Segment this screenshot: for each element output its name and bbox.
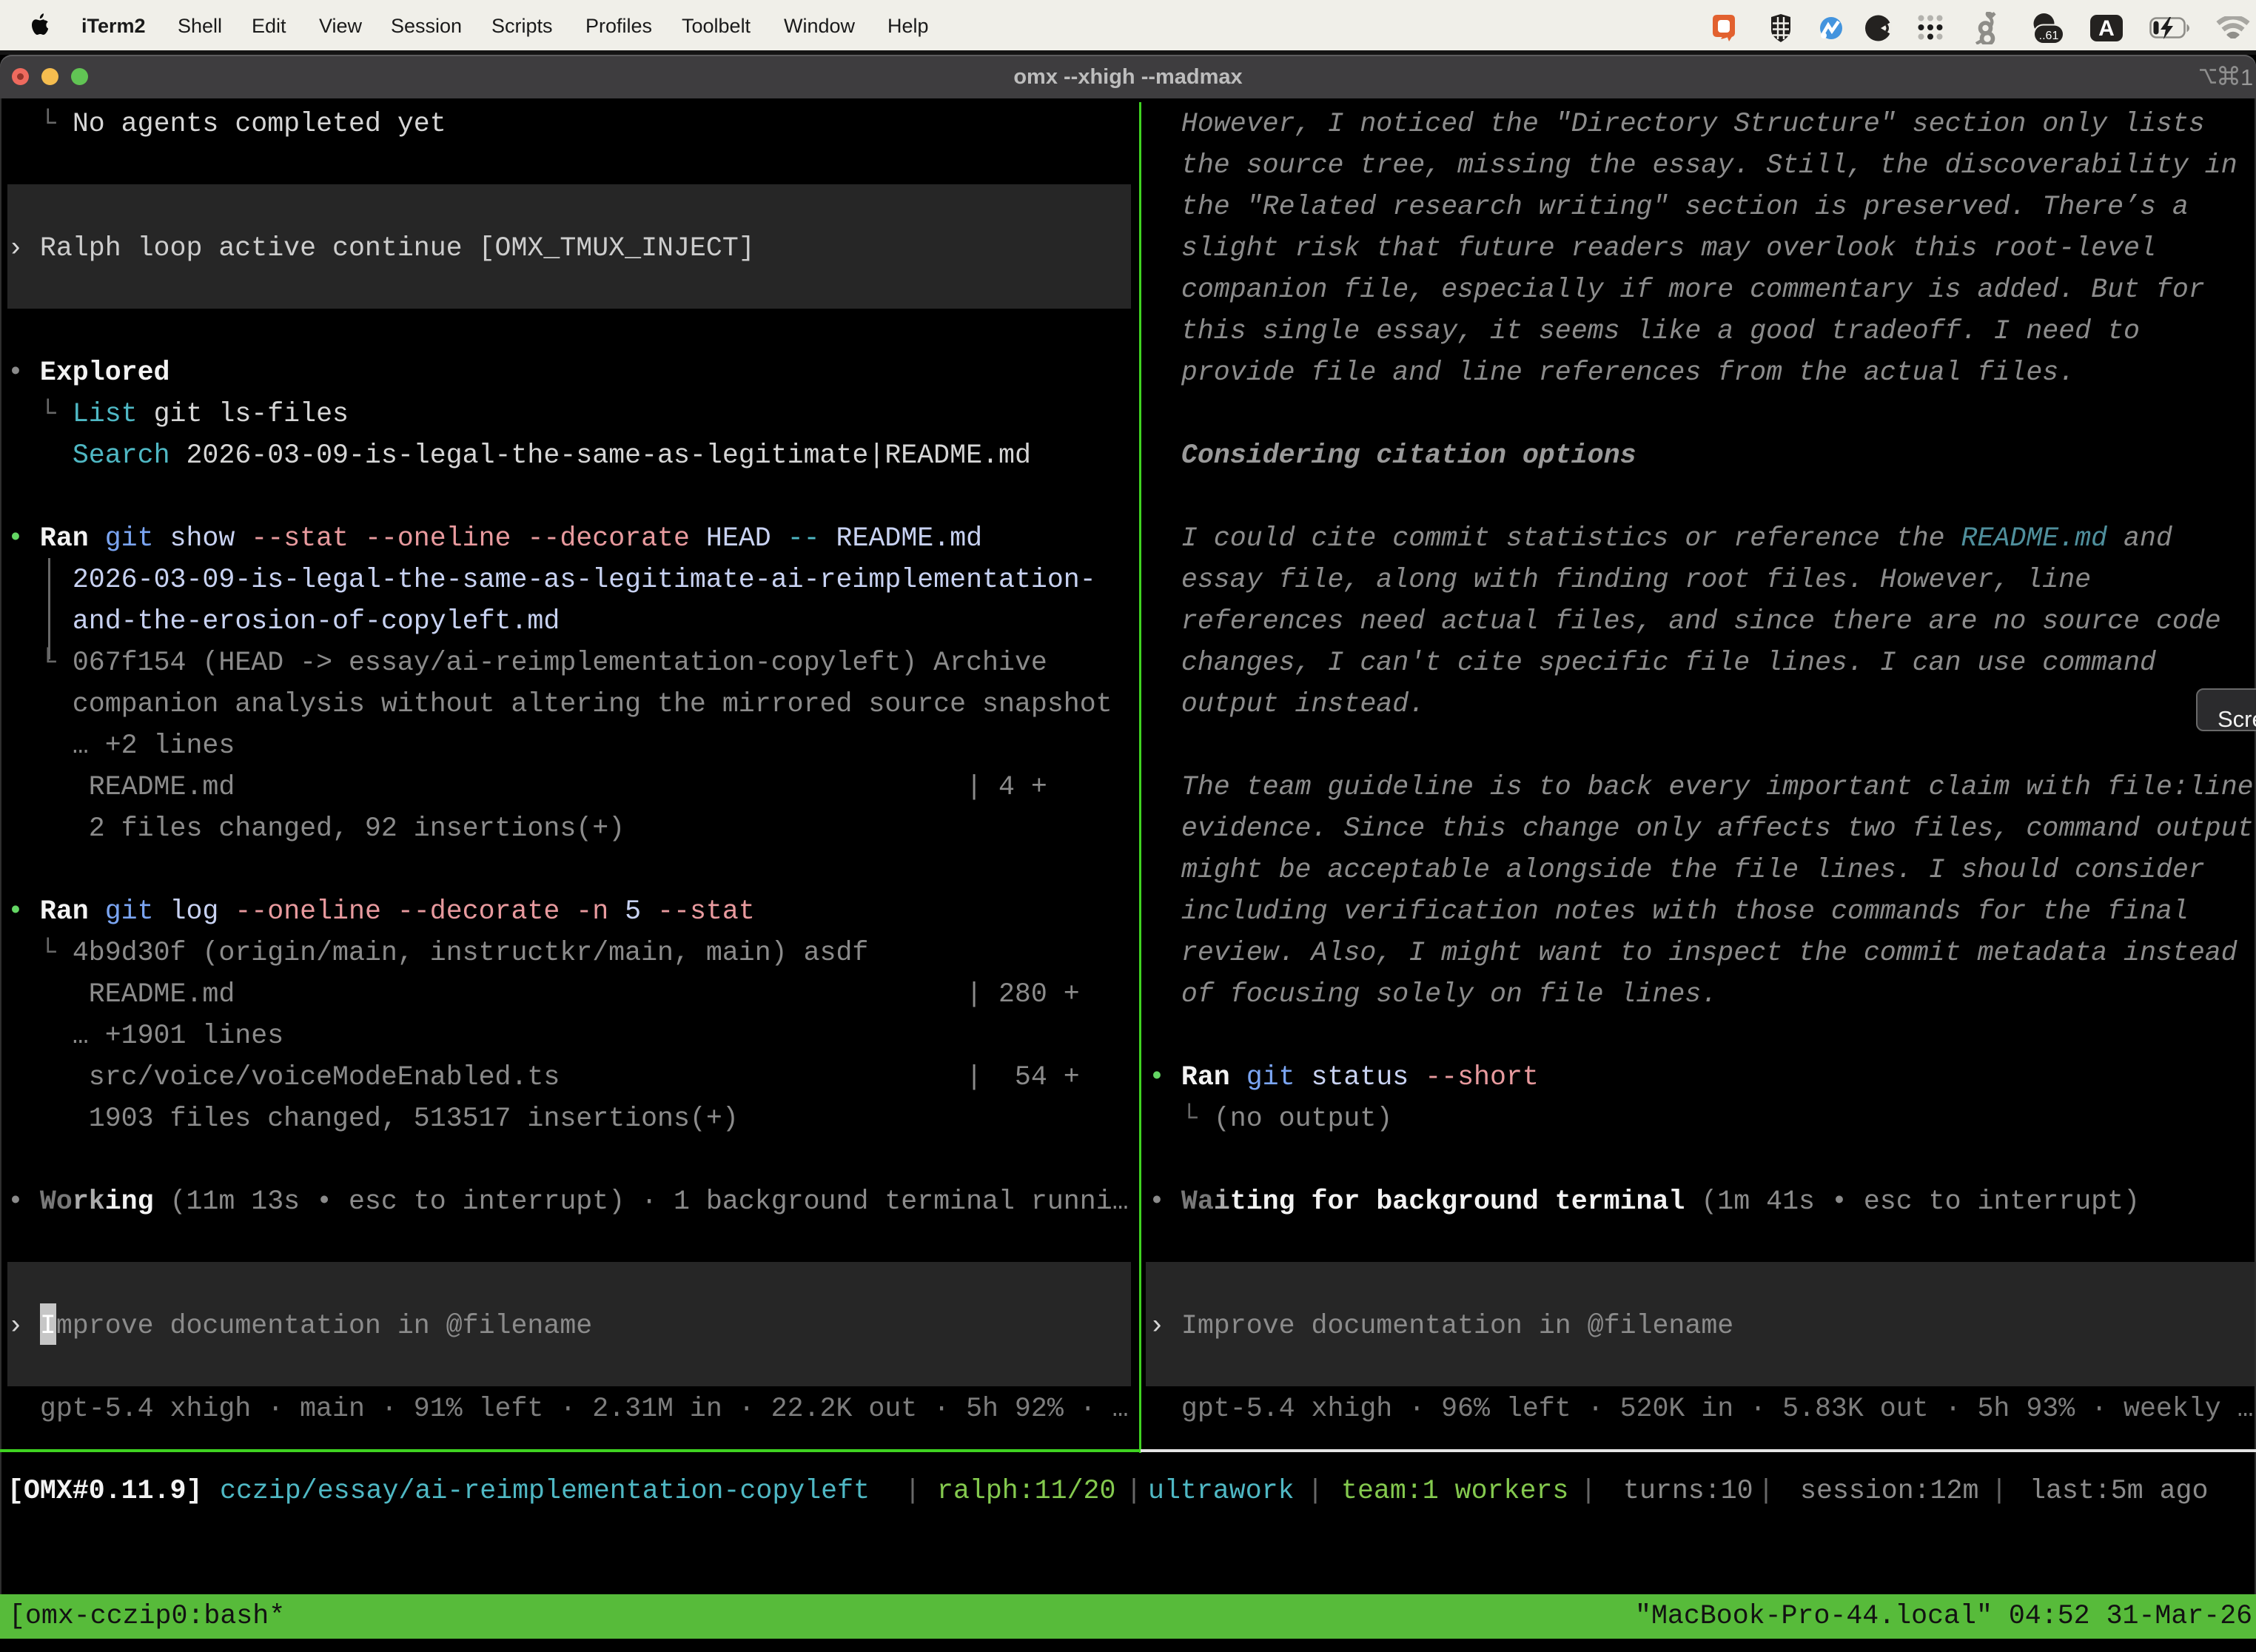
svg-text:..61: ..61 xyxy=(2039,30,2059,42)
